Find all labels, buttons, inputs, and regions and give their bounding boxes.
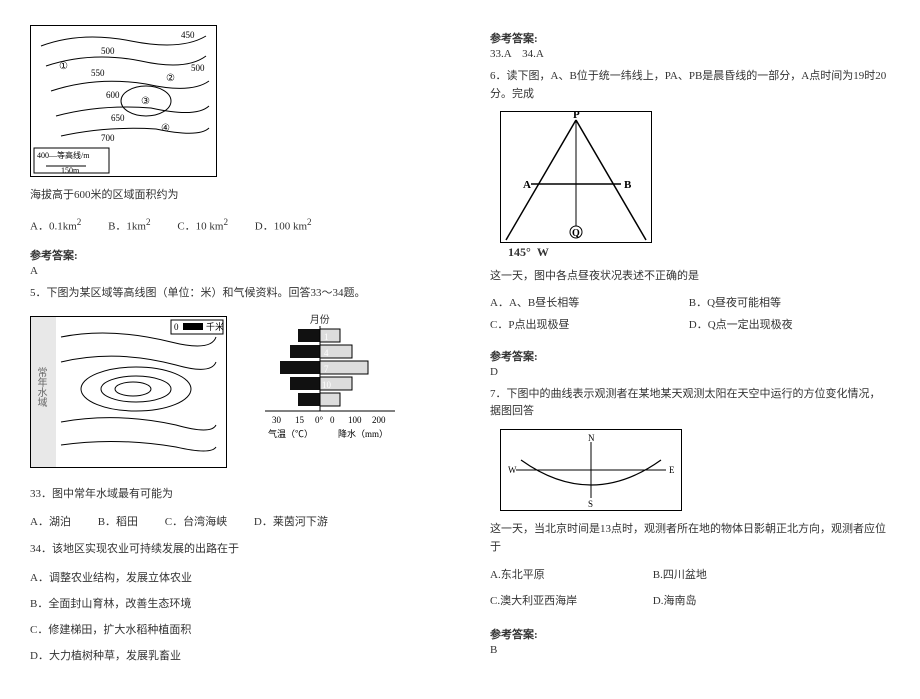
svg-text:0°: 0° [315, 415, 324, 425]
topographic-map-figure: 450 500 550 500 600 650 700 ① ② ③ ④ 400—… [30, 25, 217, 177]
svg-text:400—等高线/m: 400—等高线/m [37, 150, 90, 160]
opt-c: C．10 km2 [177, 213, 228, 238]
sun-path-svg: N S W E [501, 430, 681, 510]
q6-options: A．A、B昼长相等 B．Q昼夜可能相等 C．P点出现极昼 D．Q点一定出现极夜 [490, 294, 890, 338]
q34-stem: 34．该地区实现农业可持续发展的出路在于 [30, 541, 430, 559]
svg-text:B: B [624, 179, 632, 191]
answer-6: D [490, 366, 890, 378]
answer-header-1: 参考答案: [30, 247, 430, 263]
svg-text:A: A [523, 179, 531, 191]
q7-intro: 7．下图中的曲线表示观测者在某地某天观测太阳在天空中运行的方位变化情况，据图回答 [490, 386, 890, 421]
q7-options: A.东北平原 B.四川盆地 C.澳大利亚西海岸 D.海南岛 [490, 564, 890, 616]
svg-text:30: 30 [272, 415, 282, 425]
page-container: 450 500 550 500 600 650 700 ① ② ③ ④ 400—… [30, 20, 890, 679]
svg-text:0: 0 [330, 415, 335, 425]
figure-row: 常年水域 0 千米 月份 [30, 311, 430, 478]
q33-d: D．莱茵河下游 [254, 511, 328, 533]
svg-text:7: 7 [324, 364, 329, 374]
q34-c: C．修建梯田，扩大水稻种植面积 [30, 619, 230, 641]
svg-text:N: N [588, 433, 595, 443]
question-area-stem: 海拔高于600米的区域面积约为 [30, 187, 430, 205]
answer-7: B [490, 644, 890, 656]
opt-b: B．1km2 [108, 213, 150, 238]
q34-a: A．调整农业结构，发展立体农业 [30, 567, 230, 589]
q7-a: A.东北平原 [490, 564, 650, 586]
svg-text:④: ④ [161, 123, 170, 134]
q33-c: C．台湾海峡 [165, 511, 227, 533]
question-area-options: A．0.1km2 B．1km2 C．10 km2 D．100 km2 [30, 213, 430, 238]
q5-intro: 5．下图为某区域等高线图（单位：米）和气候资料。回答33～34题。 [30, 285, 430, 303]
svg-text:1: 1 [324, 332, 329, 342]
q7-c: C.澳大利亚西海岸 [490, 590, 650, 612]
svg-text:W: W [508, 465, 517, 475]
climate-svg: 1 4 7 10 30 15 0° 0 100 200 气温（℃） 降水（mm） [260, 311, 400, 451]
svg-text:0: 0 [174, 322, 179, 332]
topo-map-svg: 450 500 550 500 600 650 700 ① ② ③ ④ 400—… [31, 26, 216, 176]
answer-header-7: 参考答案: [490, 626, 890, 642]
svg-text:450: 450 [181, 30, 195, 40]
q6-c: C．P点出现极昼 [490, 316, 686, 332]
q34-b: B．全面封山育林，改善生态环境 [30, 593, 230, 615]
q6-stem: 这一天，图中各点昼夜状况表述不正确的是 [490, 268, 890, 286]
q34-options: A．调整农业结构，发展立体农业 B．全面封山育林，改善生态环境 C．修建梯田，扩… [30, 567, 430, 671]
contour-side-label: 常年水域 [33, 367, 48, 407]
terminator-diagram: P A B Q [500, 111, 652, 243]
q7-stem: 这一天，当北京时间是13点时，观测者所在地的物体日影朝正北方向，观测者应位于 [490, 521, 890, 556]
q34-d: D．大力植树种草，发展乳畜业 [30, 645, 230, 667]
climate-title: 月份 [310, 311, 330, 326]
svg-text:550: 550 [91, 68, 105, 78]
svg-text:气温（℃）: 气温（℃） [268, 428, 313, 439]
q7-d: D.海南岛 [653, 590, 813, 612]
svg-text:千米: 千米 [206, 321, 224, 332]
svg-text:15: 15 [295, 415, 305, 425]
svg-text:③: ③ [141, 96, 150, 107]
answer-1: A [30, 265, 430, 277]
right-column: 参考答案: 33.A 34.A 6．读下图，A、B位于统一纬线上，PA、PB是晨… [490, 20, 890, 679]
svg-text:200: 200 [372, 415, 386, 425]
svg-text:150m: 150m [61, 166, 80, 175]
q6-a: A．A、B昼长相等 [490, 294, 686, 310]
diagram-bottom-label: 145° W [508, 245, 890, 260]
q6-intro: 6．读下图，A、B位于统一纬线上，PA、PB是晨昏线的一部分，A点时间为19时2… [490, 68, 890, 103]
opt-d: D．100 km2 [255, 213, 312, 238]
svg-text:S: S [588, 499, 593, 509]
left-column: 450 500 550 500 600 650 700 ① ② ③ ④ 400—… [30, 20, 430, 679]
svg-text:700: 700 [101, 133, 115, 143]
contour-svg: 0 千米 [31, 317, 226, 467]
q33-stem: 33．图中常年水域最有可能为 [30, 486, 430, 504]
q6-d: D．Q点一定出现极夜 [689, 316, 885, 332]
svg-text:P: P [573, 112, 580, 121]
svg-text:②: ② [166, 73, 175, 84]
opt-a: A．0.1km2 [30, 213, 81, 238]
answer-header-33: 参考答案: [490, 30, 890, 46]
svg-text:600: 600 [106, 90, 120, 100]
svg-text:10: 10 [322, 380, 332, 390]
svg-text:650: 650 [111, 113, 125, 123]
q6-b: B．Q昼夜可能相等 [689, 294, 885, 310]
svg-text:降水（mm）: 降水（mm） [338, 428, 388, 439]
answer-header-6: 参考答案: [490, 348, 890, 364]
q7-b: B.四川盆地 [653, 564, 813, 586]
q33-b: B．稻田 [98, 511, 138, 533]
svg-text:4: 4 [324, 348, 329, 358]
svg-text:Q: Q [572, 228, 580, 239]
sun-path-diagram: N S W E [500, 429, 682, 511]
svg-text:E: E [669, 465, 675, 475]
svg-text:100: 100 [348, 415, 362, 425]
q33-options: A．湖泊 B．稻田 C．台湾海峡 D．莱茵河下游 [30, 511, 430, 533]
svg-text:①: ① [59, 61, 68, 72]
svg-text:500: 500 [191, 63, 205, 73]
q33-a: A．湖泊 [30, 511, 71, 533]
terminator-svg: P A B Q [501, 112, 651, 242]
answer-33: 33.A 34.A [490, 48, 890, 60]
contour-map-figure: 常年水域 0 千米 [30, 316, 227, 468]
svg-text:500: 500 [101, 46, 115, 56]
climate-chart-figure: 月份 1 4 7 10 30 15 0° 0 [260, 311, 400, 451]
